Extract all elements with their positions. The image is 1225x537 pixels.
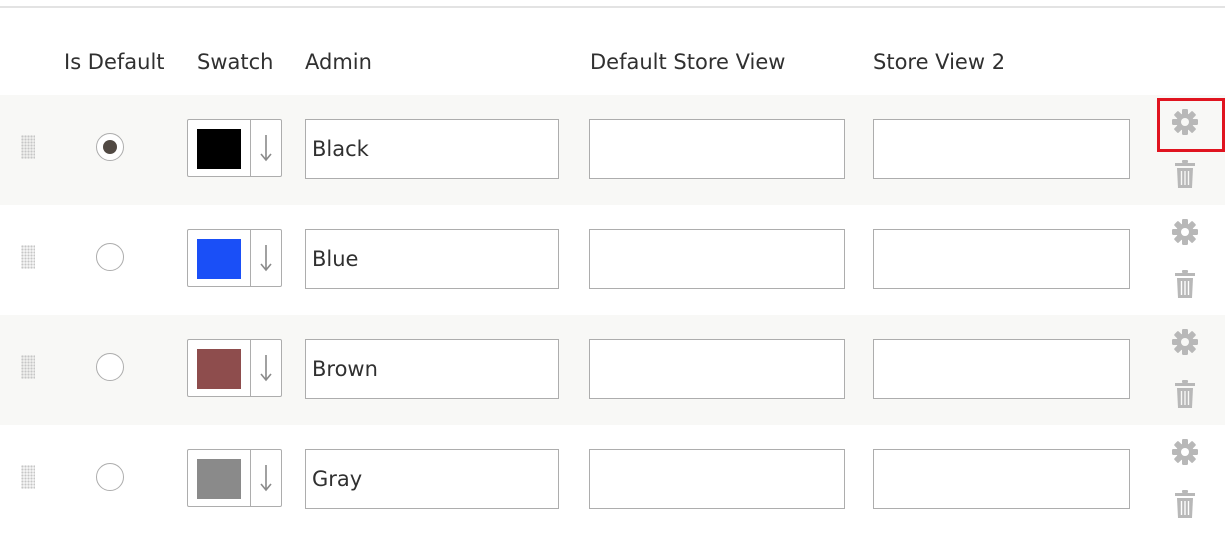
swatch-picker[interactable] bbox=[187, 229, 282, 287]
table-row bbox=[0, 315, 1225, 425]
settings-highlight-box bbox=[1157, 98, 1225, 152]
store-view-2-input[interactable] bbox=[873, 229, 1130, 289]
swatch-divider bbox=[250, 450, 251, 506]
top-divider bbox=[0, 6, 1225, 8]
store-view-2-input[interactable] bbox=[873, 119, 1130, 179]
trash-icon[interactable] bbox=[1173, 380, 1197, 408]
gear-icon[interactable] bbox=[1170, 217, 1200, 247]
header-store-view-2: Store View 2 bbox=[873, 50, 1006, 74]
gear-icon[interactable] bbox=[1170, 327, 1200, 357]
is-default-radio[interactable] bbox=[96, 353, 124, 381]
swatch-picker[interactable] bbox=[187, 339, 282, 397]
trash-icon[interactable] bbox=[1173, 160, 1197, 188]
trash-icon[interactable] bbox=[1173, 270, 1197, 298]
admin-label-input[interactable] bbox=[305, 339, 559, 399]
arrow-down-icon bbox=[260, 465, 272, 492]
trash-icon[interactable] bbox=[1173, 490, 1197, 518]
header-is-default: Is Default bbox=[64, 50, 165, 74]
swatch-picker[interactable] bbox=[187, 119, 282, 177]
swatch-picker[interactable] bbox=[187, 449, 282, 507]
table-row bbox=[0, 95, 1225, 205]
table-row bbox=[0, 205, 1225, 315]
default-store-view-input[interactable] bbox=[589, 229, 845, 289]
header-swatch: Swatch bbox=[197, 50, 274, 74]
is-default-radio[interactable] bbox=[96, 243, 124, 271]
swatch-color bbox=[197, 459, 241, 499]
swatch-divider bbox=[250, 340, 251, 396]
swatch-divider bbox=[250, 230, 251, 286]
swatch-divider bbox=[250, 120, 251, 176]
admin-label-input[interactable] bbox=[305, 449, 559, 509]
header-default-store-view: Default Store View bbox=[590, 50, 786, 74]
admin-label-input[interactable] bbox=[305, 119, 559, 179]
drag-handle-icon[interactable] bbox=[21, 135, 35, 159]
drag-handle-icon[interactable] bbox=[21, 245, 35, 269]
default-store-view-input[interactable] bbox=[589, 339, 845, 399]
swatch-color bbox=[197, 349, 241, 389]
arrow-down-icon bbox=[260, 135, 272, 162]
admin-label-input[interactable] bbox=[305, 229, 559, 289]
drag-handle-icon[interactable] bbox=[21, 465, 35, 489]
arrow-down-icon bbox=[260, 245, 272, 272]
drag-handle-icon[interactable] bbox=[21, 355, 35, 379]
is-default-radio[interactable] bbox=[96, 463, 124, 491]
default-store-view-input[interactable] bbox=[589, 119, 845, 179]
is-default-radio[interactable] bbox=[96, 133, 124, 161]
default-store-view-input[interactable] bbox=[589, 449, 845, 509]
store-view-2-input[interactable] bbox=[873, 339, 1130, 399]
gear-icon[interactable] bbox=[1170, 437, 1200, 467]
table-row bbox=[0, 425, 1225, 535]
swatch-color bbox=[197, 129, 241, 169]
header-admin: Admin bbox=[305, 50, 372, 74]
arrow-down-icon bbox=[260, 355, 272, 382]
radio-dot bbox=[103, 140, 117, 154]
swatch-color bbox=[197, 239, 241, 279]
store-view-2-input[interactable] bbox=[873, 449, 1130, 509]
